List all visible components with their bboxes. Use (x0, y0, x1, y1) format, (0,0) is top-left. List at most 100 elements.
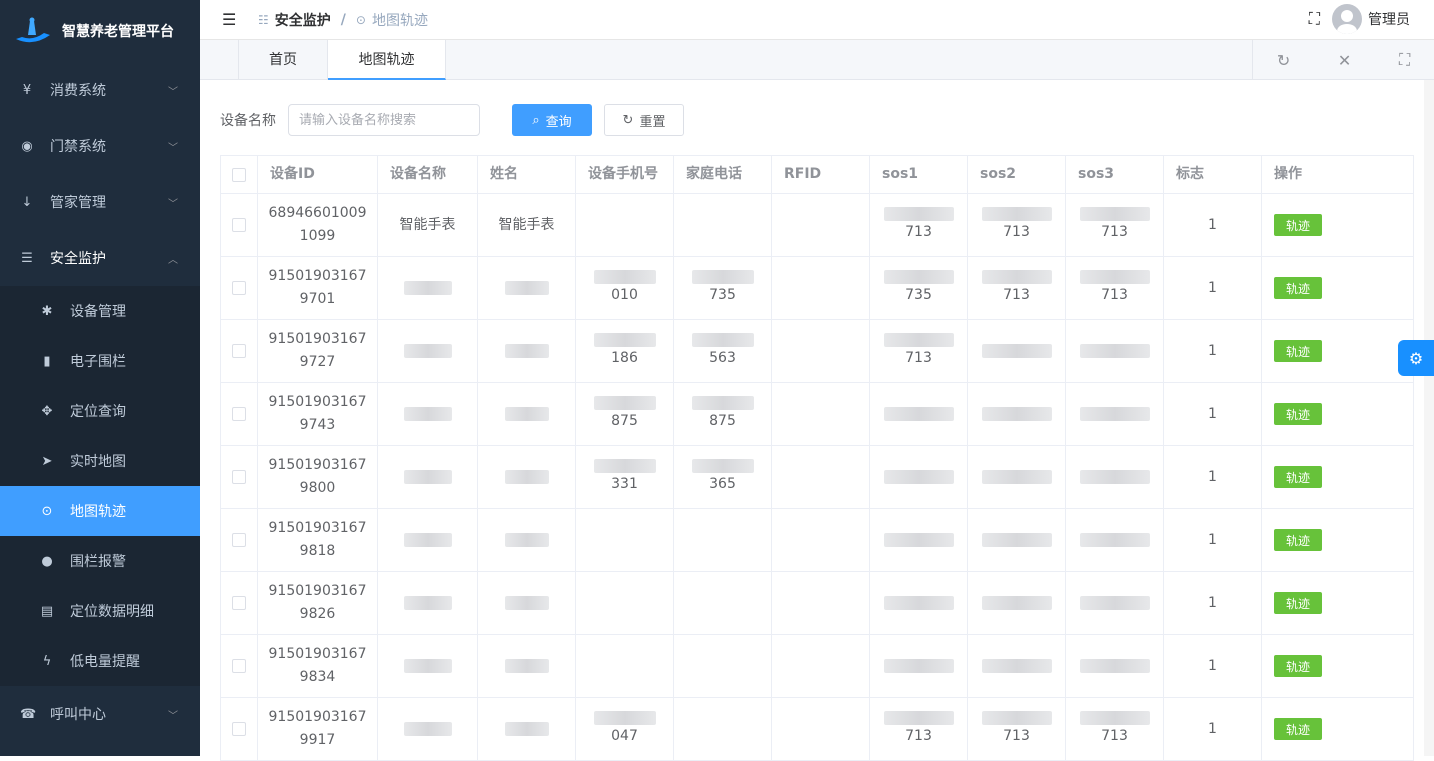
cell-text: 1 (1208, 531, 1217, 548)
select-all-checkbox[interactable] (232, 167, 246, 182)
row-checkbox[interactable] (232, 722, 246, 736)
track-button[interactable]: 轨迹 (1274, 214, 1322, 236)
table-cell: 010 (576, 257, 674, 319)
cell-text: 713 (905, 727, 932, 744)
redacted-text (691, 332, 754, 347)
sub-map-track[interactable]: ⊙ 地图轨迹 (0, 486, 200, 536)
scrollbar[interactable] (1424, 80, 1434, 756)
menu-label: 呼叫中心 (50, 707, 106, 723)
user-area: ⛶ 管理员 (1309, 4, 1410, 34)
device-id-text: 91501903167 (268, 583, 367, 599)
redacted-text (691, 269, 754, 284)
chevron-down-icon: ﹀ (168, 710, 178, 722)
table-cell (378, 635, 478, 697)
cell-text: 智能手表 (399, 216, 456, 233)
menu-call-center[interactable]: ☎ 呼叫中心 ﹀ (0, 686, 200, 742)
close-icon[interactable]: ✕ (1338, 51, 1351, 70)
row-checkbox[interactable] (232, 470, 246, 484)
sub-label: 实时地图 (70, 454, 126, 470)
track-button[interactable]: 轨迹 (1274, 529, 1322, 551)
row-checkbox-cell (220, 320, 258, 382)
sub-realtime-map[interactable]: ➤ 实时地图 (0, 436, 200, 486)
redacted-text (1079, 407, 1150, 421)
topbar: ☰ ☷ 安全监护 / ⊙ 地图轨迹 ⛶ 管理员 (200, 0, 1434, 40)
device-name-input[interactable] (288, 104, 480, 136)
cell-text: 047 (611, 727, 638, 744)
row-checkbox[interactable] (232, 344, 246, 358)
col-header: 家庭电话 (674, 156, 772, 193)
track-button[interactable]: 轨迹 (1274, 340, 1322, 362)
table-row: 91501903167 9818 1 轨迹 (220, 509, 1414, 572)
redacted-text (1079, 206, 1150, 221)
track-button[interactable]: 轨迹 (1274, 277, 1322, 299)
cell-text: 1 (1208, 279, 1217, 296)
hamburger-icon[interactable]: ☰ (222, 10, 240, 29)
row-checkbox-cell (220, 383, 258, 445)
col-header: 设备ID (258, 156, 378, 193)
menu-steward[interactable]: ↓ 管家管理 ﹀ (0, 174, 200, 230)
menu-access[interactable]: ◉ 门禁系统 ﹀ (0, 118, 200, 174)
table-cell (674, 635, 772, 697)
row-checkbox-cell (220, 698, 258, 760)
device-id-text: 91501903167 (268, 646, 367, 662)
track-button[interactable]: 轨迹 (1274, 466, 1322, 488)
tab-map-track[interactable]: 地图轨迹 (328, 40, 446, 80)
device-table: 设备ID 设备名称 姓名 设备手机号 家庭电话 RFID sos1 sos2 s… (220, 155, 1414, 761)
query-button[interactable]: ⌕ 查询 (512, 104, 592, 136)
cell-text: 713 (905, 223, 932, 240)
device-id-text: 9826 (299, 606, 336, 622)
fullscreen-icon[interactable]: ⛶ (1309, 9, 1320, 29)
cell-text: 875 (611, 412, 638, 429)
redacted-text (593, 269, 656, 284)
table-cell (378, 446, 478, 508)
expand-icon[interactable]: ⛶ (1399, 50, 1410, 70)
table-cell: 563 (674, 320, 772, 382)
table-cell (968, 383, 1066, 445)
table-cell (870, 383, 968, 445)
sub-fence[interactable]: ▮ 电子围栏 (0, 336, 200, 386)
redacted-text (981, 269, 1052, 284)
track-button[interactable]: 轨迹 (1274, 718, 1322, 740)
track-button[interactable]: 轨迹 (1274, 592, 1322, 614)
app-title: 智慧养老管理平台 (62, 24, 174, 40)
breadcrumb-parent[interactable]: 安全监护 (275, 10, 331, 30)
tab-home[interactable]: 首页 (238, 40, 328, 80)
table-cell: 713 (968, 194, 1066, 256)
row-checkbox[interactable] (232, 659, 246, 673)
redacted-text (403, 344, 452, 358)
refresh-icon[interactable]: ↻ (1277, 51, 1290, 70)
menu-consumption[interactable]: ¥ 消费系统 ﹀ (0, 62, 200, 118)
table-cell (772, 194, 870, 256)
user-name[interactable]: 管理员 (1368, 9, 1410, 29)
reset-button[interactable]: ↻ 重置 (604, 104, 684, 136)
settings-icon[interactable]: ⚙ (1398, 340, 1434, 376)
table-cell (378, 572, 478, 634)
avatar[interactable] (1332, 4, 1362, 34)
cell-text: 1 (1208, 720, 1217, 737)
row-checkbox[interactable] (232, 533, 246, 547)
row-checkbox[interactable] (232, 281, 246, 295)
sub-locate[interactable]: ✥ 定位查询 (0, 386, 200, 436)
col-header: sos1 (870, 156, 968, 193)
row-checkbox[interactable] (232, 596, 246, 610)
sub-low-battery[interactable]: ϟ 低电量提醒 (0, 636, 200, 686)
sub-location-detail[interactable]: ▤ 定位数据明细 (0, 586, 200, 636)
row-checkbox[interactable] (232, 407, 246, 421)
row-checkbox[interactable] (232, 218, 246, 232)
track-button[interactable]: 轨迹 (1274, 655, 1322, 677)
sub-label: 低电量提醒 (70, 654, 140, 670)
table-cell (478, 698, 576, 760)
sub-device-mgmt[interactable]: ✱ 设备管理 (0, 286, 200, 336)
track-button[interactable]: 轨迹 (1274, 403, 1322, 425)
device-id-cell: 91501903167 9818 (258, 509, 378, 571)
table-cell (478, 635, 576, 697)
send-icon: ➤ (41, 453, 53, 469)
menu-safety[interactable]: ☰ 安全监护 ︿ (0, 230, 200, 286)
table-cell (674, 194, 772, 256)
redacted-text (883, 470, 954, 484)
sub-fence-alarm[interactable]: ● 围栏报警 (0, 536, 200, 586)
device-id-cell: 91501903167 9834 (258, 635, 378, 697)
table-cell: 智能手表 (478, 194, 576, 256)
table-cell (378, 257, 478, 319)
table-cell: 875 (576, 383, 674, 445)
